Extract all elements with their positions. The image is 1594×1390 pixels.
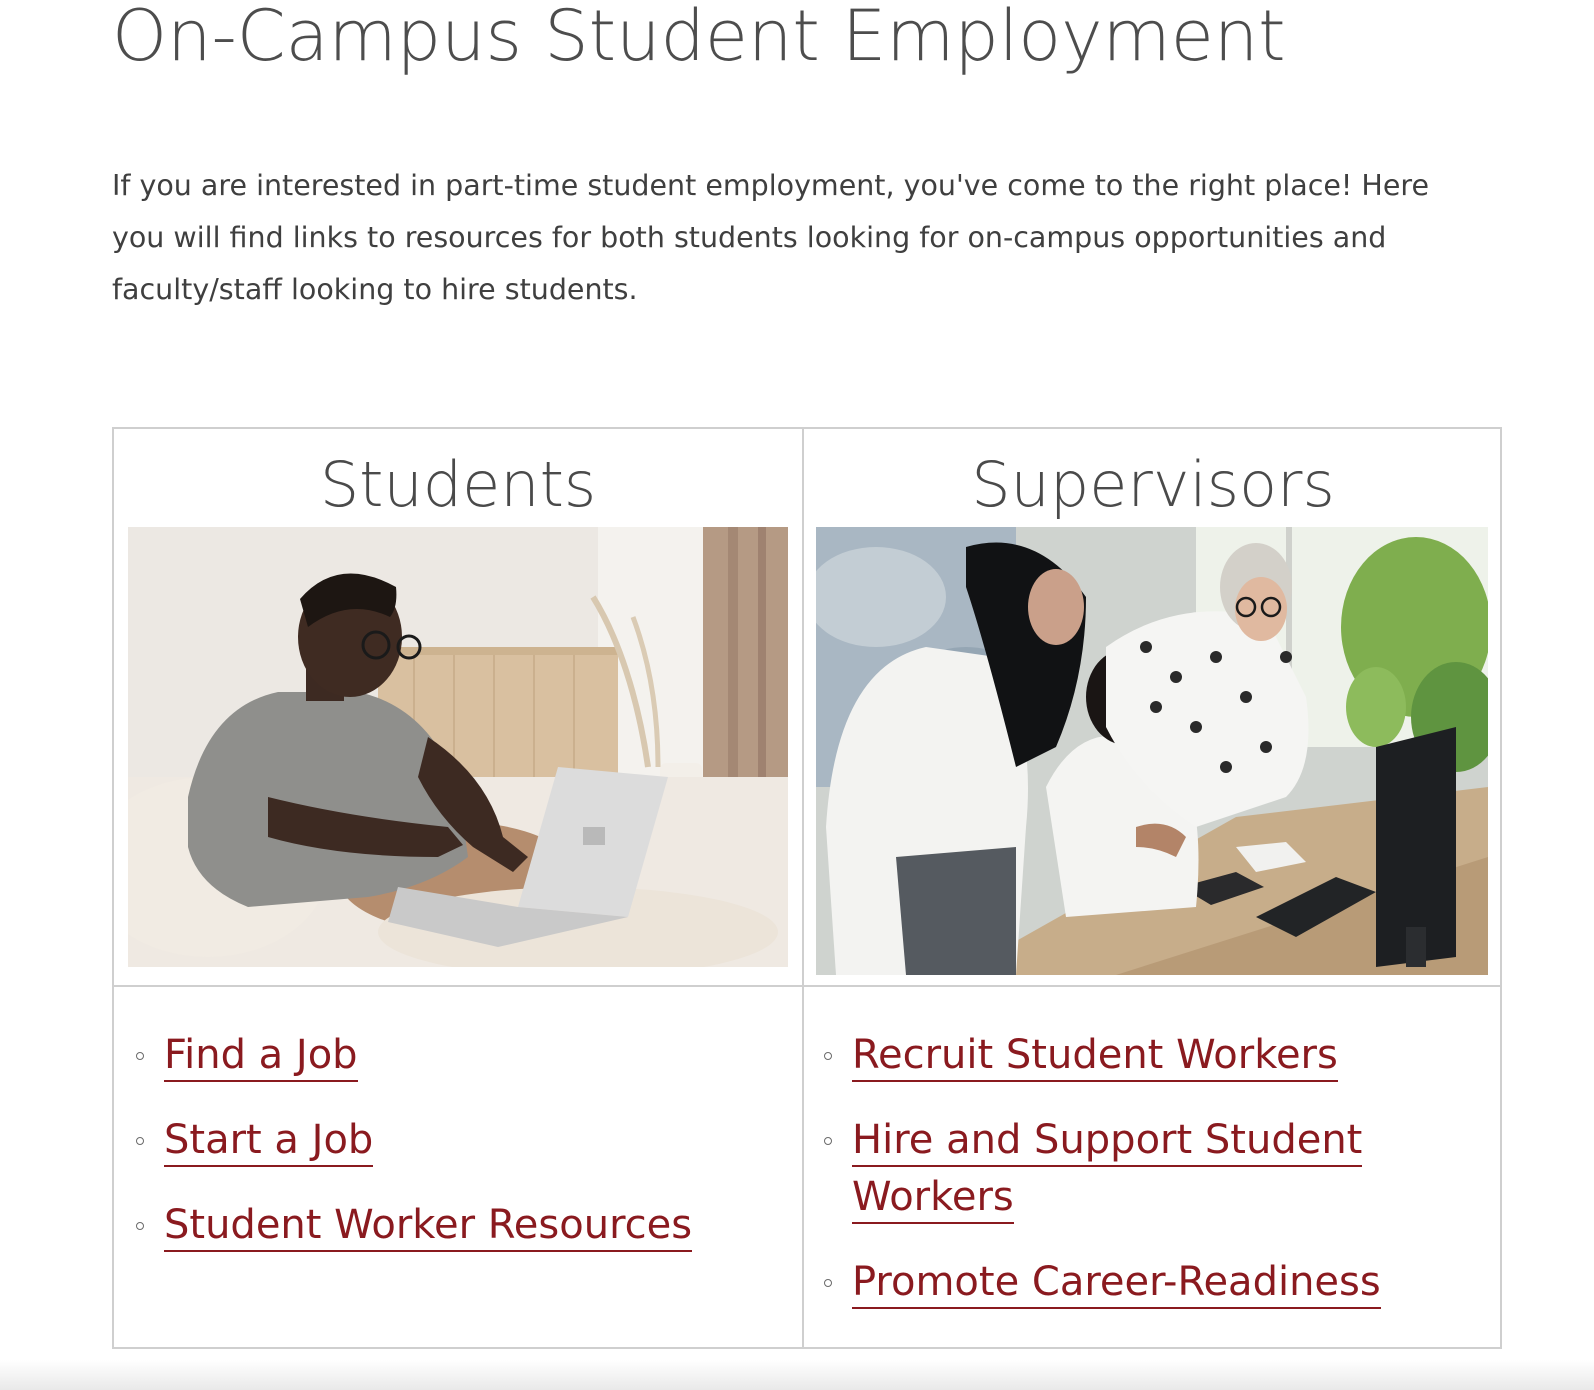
promote-career-readiness-link[interactable]: Promote Career-Readiness xyxy=(852,1259,1381,1309)
intro-paragraph: If you are interested in part-time stude… xyxy=(112,169,1429,306)
page-title: On-Campus Student Employment xyxy=(112,0,1286,77)
hire-and-support-student-workers-link[interactable]: Hire and Support Student Workers xyxy=(852,1117,1363,1224)
bullet-icon xyxy=(136,1137,144,1145)
bullet-icon xyxy=(136,1222,144,1230)
bullet-icon xyxy=(824,1052,832,1060)
student-worker-resources-link[interactable]: Student Worker Resources xyxy=(164,1202,693,1252)
employment-grid: Students Supervisors Find a Job Start a … xyxy=(112,427,1502,1349)
students-photo xyxy=(128,527,788,967)
list-item: Recruit Student Workers xyxy=(822,1027,1472,1084)
supervisors-photo xyxy=(816,527,1488,975)
bullet-icon xyxy=(824,1279,832,1287)
bullet-icon xyxy=(136,1052,144,1060)
students-link-list: Find a Job Start a Job Student Worker Re… xyxy=(134,1027,774,1282)
list-item: Hire and Support Student Workers xyxy=(822,1112,1472,1226)
list-item: Find a Job xyxy=(134,1027,774,1084)
list-item: Student Worker Resources xyxy=(134,1197,774,1254)
list-item: Start a Job xyxy=(134,1112,774,1169)
students-heading: Students xyxy=(319,448,597,521)
list-item: Promote Career-Readiness xyxy=(822,1254,1472,1311)
bottom-edge-shadow xyxy=(0,1360,1594,1390)
row-divider xyxy=(114,985,1500,987)
column-divider xyxy=(802,429,804,1347)
supervisors-heading: Supervisors xyxy=(971,448,1335,521)
start-a-job-link[interactable]: Start a Job xyxy=(164,1117,374,1167)
supervisors-link-list: Recruit Student Workers Hire and Support… xyxy=(822,1027,1472,1339)
find-a-job-link[interactable]: Find a Job xyxy=(164,1032,358,1082)
bullet-icon xyxy=(824,1137,832,1145)
recruit-student-workers-link[interactable]: Recruit Student Workers xyxy=(852,1032,1338,1082)
